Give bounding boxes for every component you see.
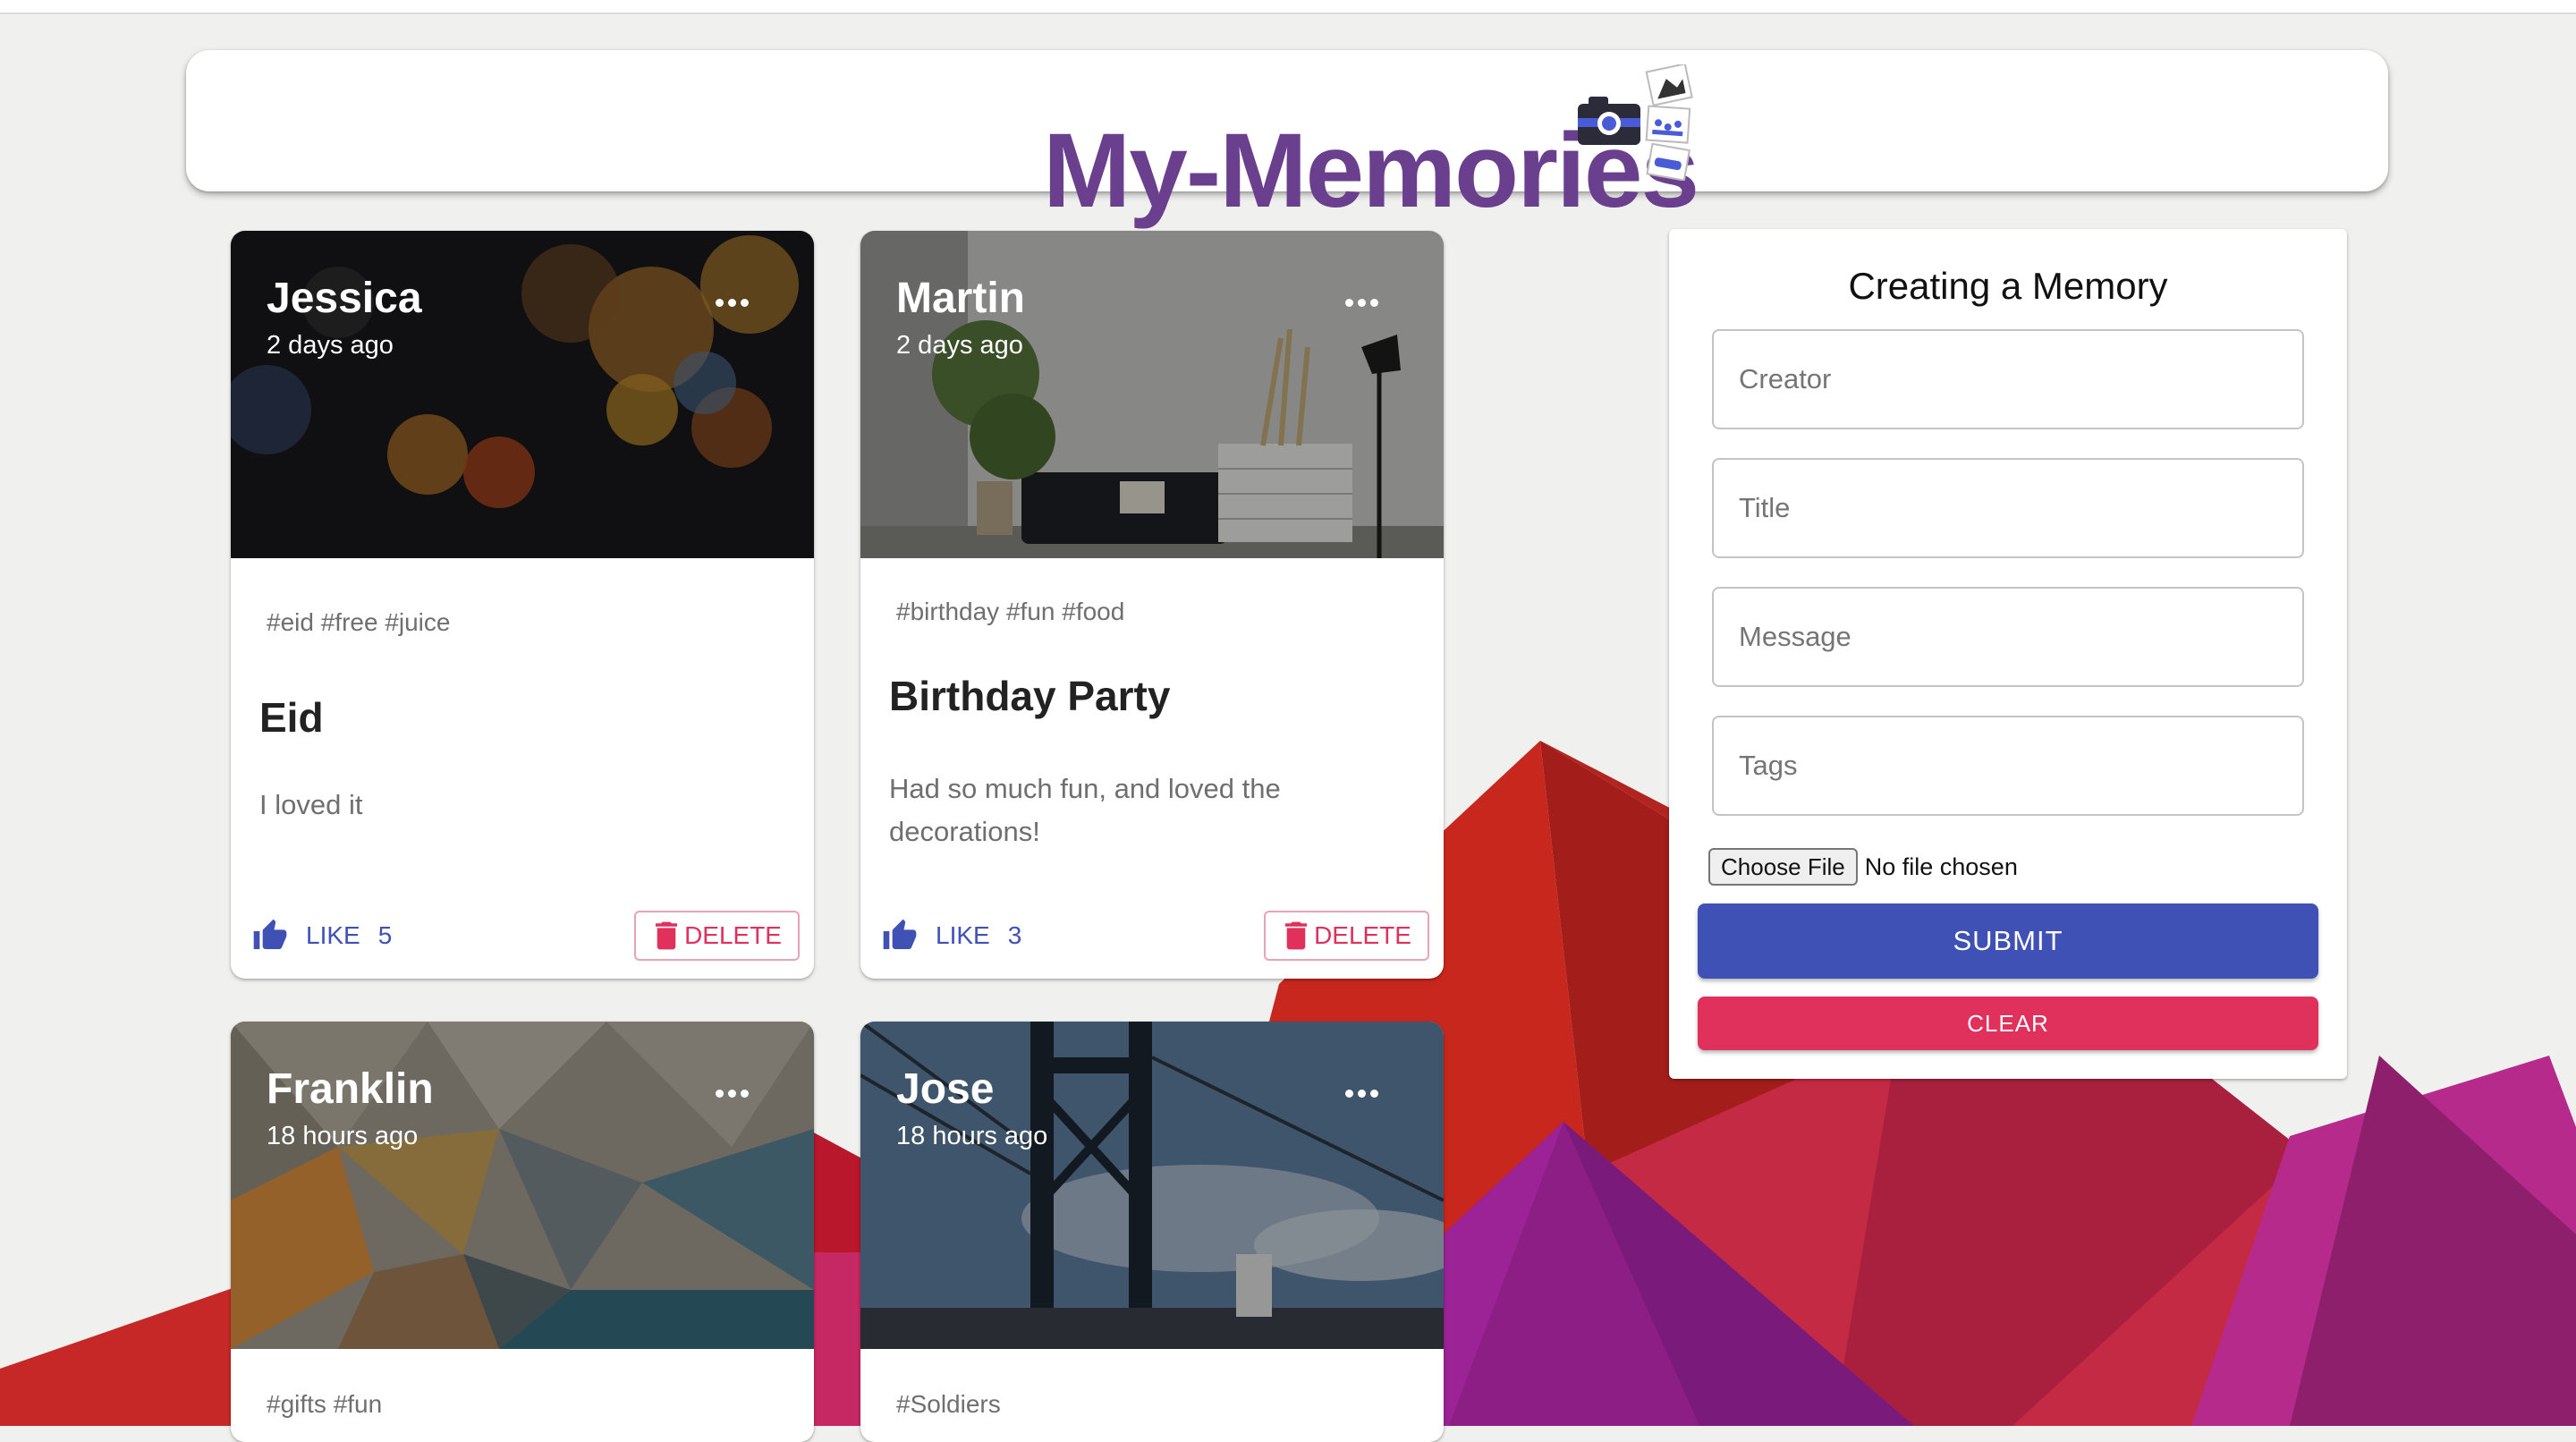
title-field[interactable]	[1712, 458, 2304, 558]
memory-form: Creating a Memory Choose File No file ch…	[1669, 229, 2347, 1079]
like-button[interactable]: LIKE 3	[882, 909, 1021, 963]
post-message: I loved it	[259, 789, 363, 820]
post-time: 2 days ago	[267, 331, 394, 360]
delete-button[interactable]: DELETE	[634, 911, 800, 961]
like-label: LIKE	[306, 921, 360, 949]
delete-label: DELETE	[1314, 921, 1411, 949]
tags-field[interactable]	[1712, 716, 2304, 816]
more-options-icon[interactable]	[707, 1073, 760, 1113]
card-image: Franklin 18 hours ago	[231, 1022, 814, 1349]
choose-file-button[interactable]: Choose File	[1708, 848, 1858, 886]
memory-card: Jessica 2 days ago #eid #free #juice Eid…	[231, 231, 814, 979]
app-bar: My-Memories	[186, 50, 2388, 230]
more-options-icon[interactable]	[707, 283, 760, 322]
delete-button[interactable]: DELETE	[1264, 911, 1429, 961]
post-time: 2 days ago	[896, 331, 1023, 360]
thumb-up-icon	[883, 919, 917, 949]
file-status: No file chosen	[1864, 852, 2018, 880]
post-creator: Franklin	[267, 1065, 434, 1113]
creator-field[interactable]	[1712, 329, 2304, 429]
card-image: Jose 18 hours ago	[860, 1022, 1444, 1349]
post-message: Had so much fun, and loved the decoratio…	[889, 773, 1281, 847]
like-button[interactable]: LIKE 5	[252, 909, 392, 963]
trash-icon	[656, 921, 678, 950]
card-image: Martin 2 days ago	[860, 231, 1444, 558]
memory-card: Franklin 18 hours ago #gifts #fun	[231, 1022, 814, 1442]
trash-icon	[1285, 921, 1308, 950]
post-tags: #eid #free #juice	[267, 608, 451, 636]
post-creator: Jessica	[267, 275, 422, 322]
message-field[interactable]	[1712, 587, 2304, 687]
form-heading: Creating a Memory	[1848, 265, 2168, 307]
delete-label: DELETE	[684, 921, 782, 949]
post-title: Eid	[259, 694, 324, 741]
post-tags: #gifts #fun	[267, 1390, 383, 1418]
memory-card: Martin 2 days ago #birthday #fun #food B…	[860, 231, 1444, 979]
post-time: 18 hours ago	[267, 1122, 419, 1150]
like-count: 3	[1007, 921, 1022, 949]
submit-button[interactable]: SUBMIT	[1698, 903, 2318, 979]
post-creator: Jose	[896, 1065, 995, 1113]
more-options-icon[interactable]	[1336, 283, 1390, 322]
like-count: 5	[377, 921, 393, 949]
more-options-icon[interactable]	[1336, 1073, 1390, 1113]
like-label: LIKE	[936, 921, 990, 949]
post-tags: #Soldiers	[896, 1390, 1001, 1418]
post-time: 18 hours ago	[896, 1122, 1048, 1150]
post-title: Birthday Party	[889, 673, 1171, 719]
post-tags: #birthday #fun #food	[896, 598, 1125, 625]
browser-top-edge	[0, 0, 2576, 14]
camera-photos-icon	[1578, 64, 1693, 181]
post-creator: Martin	[896, 275, 1025, 322]
thumb-up-icon	[253, 919, 287, 949]
file-input: Choose File No file chosen	[1708, 848, 2018, 886]
memory-card: Jose 18 hours ago #Soldiers	[860, 1022, 1444, 1442]
card-image: Jessica 2 days ago	[231, 231, 814, 558]
clear-button[interactable]: CLEAR	[1698, 997, 2318, 1050]
